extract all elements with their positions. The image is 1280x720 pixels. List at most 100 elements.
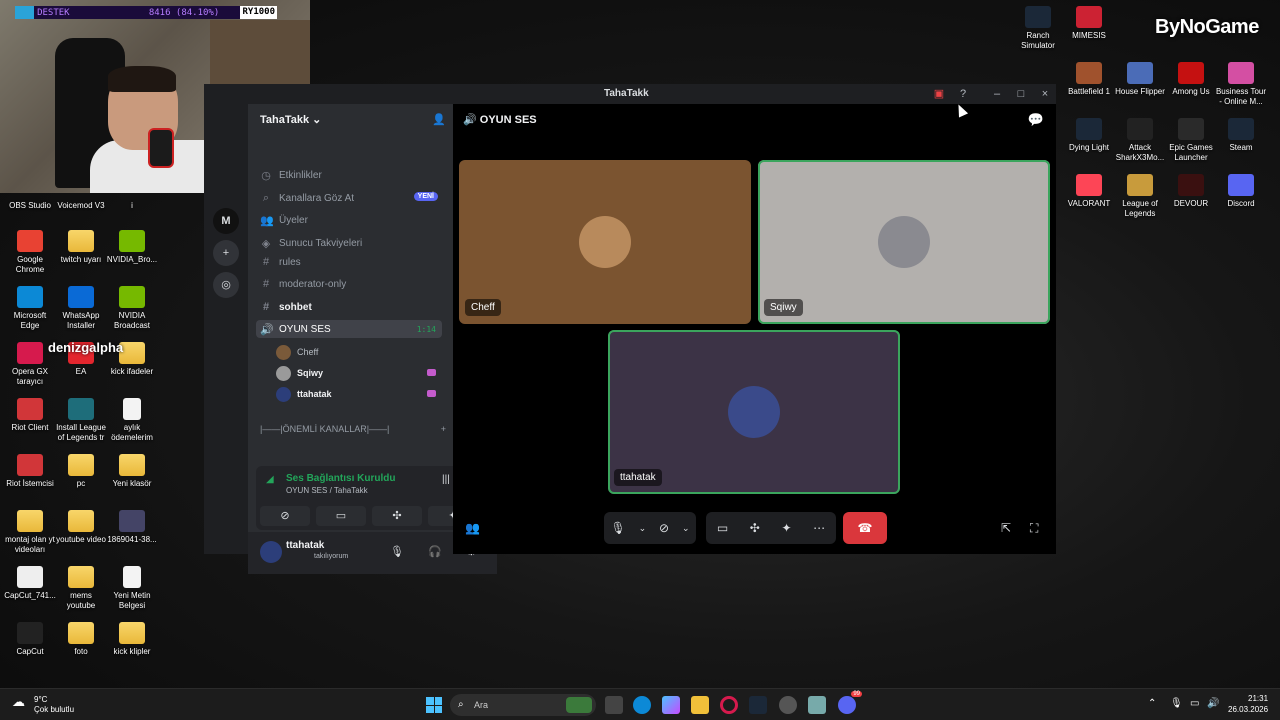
desktop-icon[interactable]: Steam (1215, 118, 1267, 153)
inbox-icon[interactable]: ▣ (932, 87, 946, 101)
desktop-icon[interactable]: mems youtube (55, 566, 107, 611)
start-button[interactable] (426, 697, 442, 713)
desktop-icon[interactable]: CapCut (4, 622, 56, 657)
copilot-icon[interactable] (662, 696, 680, 714)
sidebar-top-item[interactable]: ⌕ Kanallara Göz At YENİ (260, 189, 446, 207)
desktop-icon[interactable]: VALORANT (1063, 174, 1115, 209)
desktop-icon[interactable]: CapCut_741... (4, 566, 56, 601)
more-options-icon[interactable]: ⋯ (813, 521, 825, 535)
edge-icon[interactable] (633, 696, 651, 714)
sidebar-top-item[interactable]: ◈ Sunucu Takviyeleri (260, 234, 446, 252)
chat-icon[interactable]: 💬 (1028, 112, 1044, 128)
discover-icon[interactable]: ◎ (213, 272, 239, 298)
desktop-icon[interactable]: NVIDIA Broadcast (106, 286, 158, 331)
video-tile[interactable]: Cheff (459, 160, 751, 324)
clock-date[interactable]: 26.03.2026 (1228, 705, 1268, 714)
maximize-button[interactable]: □ (1014, 87, 1028, 101)
camera-options-chevron-icon[interactable]: ⌄ (682, 523, 690, 534)
desktop-icon[interactable]: Ranch Simulator (1012, 6, 1064, 51)
desktop-icon[interactable]: Business Tour - Online M... (1215, 62, 1267, 107)
desktop-icon[interactable]: OBS Studio (4, 176, 56, 211)
voice-user[interactable]: Sqiwy (276, 365, 436, 381)
desktop-icon[interactable]: pc (55, 454, 107, 489)
mic-icon[interactable]: 🎙 (390, 545, 404, 558)
sidebar-top-item[interactable]: 👥 Üyeler (260, 211, 446, 229)
invite-to-voice-icon[interactable]: 👥 (465, 521, 480, 535)
video-tile[interactable]: ttahatak (608, 330, 900, 494)
add-channel-icon[interactable]: + (441, 424, 446, 434)
minimize-button[interactable]: – (990, 87, 1004, 101)
desktop-icon[interactable]: Epic Games Launcher (1165, 118, 1217, 163)
activities-icon[interactable]: ✣ (750, 521, 760, 535)
voice-user[interactable]: ttahatak (276, 386, 436, 402)
desktop-icon[interactable]: Riot Client (4, 398, 56, 433)
user-name[interactable]: ttahatak (286, 540, 324, 551)
channel-item[interactable]: # rules (260, 253, 446, 271)
desktop-icon[interactable]: Voicemod V3 (55, 176, 107, 211)
desktop-icon[interactable]: Microsoft Edge (4, 286, 56, 331)
invite-icon[interactable]: 👤 (432, 113, 446, 126)
close-button[interactable]: × (1038, 87, 1052, 101)
pop-out-icon[interactable]: ⇱ (1001, 521, 1011, 535)
weather-widget[interactable]: ☁ (12, 694, 25, 710)
desktop-icon[interactable]: WhatsApp Installer (55, 286, 107, 331)
search-box[interactable]: ⌕ Ara (450, 694, 596, 716)
voice-user[interactable]: Cheff (276, 344, 436, 360)
activities-button[interactable]: ✣ (372, 506, 422, 526)
camera-toggle-button[interactable]: ⊘ (659, 521, 669, 535)
desktop-icon[interactable]: Yeni klasör (106, 454, 158, 489)
voice-location[interactable]: OYUN SES / TahaTakk (286, 486, 368, 495)
sidebar-top-item[interactable]: ◷ Etkinlikler (260, 166, 446, 184)
video-tile[interactable]: Sqiwy (758, 160, 1050, 324)
tray-mic-icon[interactable]: 🎙 (1170, 698, 1183, 709)
signal-icon[interactable]: ◢ (266, 474, 274, 485)
channel-item[interactable]: 🔊 OYUN SES 1:14 (256, 320, 442, 338)
add-server-icon[interactable]: + (213, 240, 239, 266)
channel-item[interactable]: # sohbet (260, 298, 446, 316)
desktop-icon[interactable]: Yeni Metin Belgesi (106, 566, 158, 611)
clock-time[interactable]: 21:31 (1248, 694, 1268, 703)
desktop-icon[interactable]: 1869041-38... (106, 510, 158, 545)
desktop-icon[interactable]: Install League of Legends tr (55, 398, 107, 443)
desktop-icon[interactable]: House Flipper (1114, 62, 1166, 97)
opera-gx-icon[interactable] (720, 696, 738, 714)
desktop-icon[interactable]: League of Legends (1114, 174, 1166, 219)
help-icon[interactable]: ? (956, 87, 970, 101)
steam-icon[interactable] (749, 696, 767, 714)
leave-call-button[interactable]: ☎ (843, 512, 887, 544)
desktop-icon[interactable]: foto (55, 622, 107, 657)
file-explorer-icon[interactable] (691, 696, 709, 714)
channel-item[interactable]: # moderator-only (260, 275, 446, 293)
desktop-icon[interactable]: kick klipler (106, 622, 158, 657)
desktop-icon[interactable]: Battlefield 1 (1063, 62, 1115, 97)
desktop-icon[interactable]: youtube video (55, 510, 107, 545)
desktop-icon[interactable]: aylık ödemelerim (106, 398, 158, 443)
task-view-icon[interactable] (605, 696, 623, 714)
desktop-icon[interactable]: NVIDIA_Bro... (106, 230, 158, 265)
desktop-icon[interactable]: DEVOUR (1165, 174, 1217, 209)
desktop-icon[interactable]: i (106, 176, 158, 211)
window-titlebar[interactable]: TahaTakk ▣ ? – □ × (204, 84, 1056, 104)
desktop-icon[interactable]: Dying Light (1063, 118, 1115, 153)
user-avatar[interactable] (260, 541, 282, 563)
camera-off-button[interactable]: ⊘ (260, 506, 310, 526)
desktop-icon[interactable]: Among Us (1165, 62, 1217, 97)
server-header[interactable]: TahaTakk ⌄ 👤 (260, 113, 446, 129)
desktop-icon[interactable]: MIMESIS (1063, 6, 1115, 41)
desktop-icon[interactable]: montaj olan yt videoları (4, 510, 56, 555)
mute-button[interactable]: 🎙 (610, 521, 625, 535)
soundboard-icon[interactable]: ✦ (781, 521, 791, 535)
desktop-icon[interactable]: Attack SharkX3Mo... (1114, 118, 1166, 163)
volume-icon[interactable]: 🔊 (1207, 698, 1219, 709)
category-header[interactable]: |——|ÖNEMLİ KANALLAR|——| + (260, 420, 446, 438)
settings-app-icon[interactable] (808, 696, 826, 714)
headphones-icon[interactable]: 🎧 (428, 545, 442, 558)
discord-taskbar-icon[interactable]: 99 (838, 691, 862, 714)
fullscreen-icon[interactable]: ⛶ (1030, 521, 1038, 536)
noise-suppression-icon[interactable]: ||| (442, 474, 450, 485)
app-icon[interactable] (779, 696, 797, 714)
desktop-icon[interactable]: twitch uyarı (55, 230, 107, 265)
network-icon[interactable]: ▭ (1190, 698, 1199, 709)
desktop-icon[interactable]: Discord (1215, 174, 1267, 209)
share-screen-icon[interactable]: ▭ (717, 521, 728, 535)
